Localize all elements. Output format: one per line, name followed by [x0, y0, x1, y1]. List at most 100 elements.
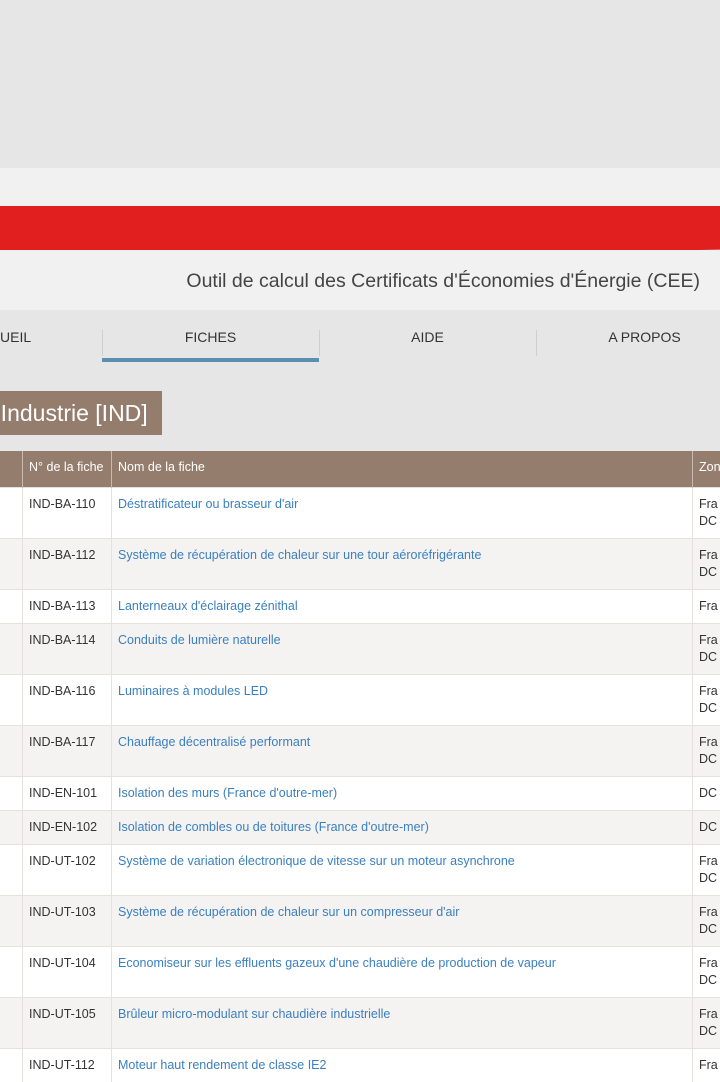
nav-label: FICHES [185, 329, 236, 345]
header-cell-nom: Nom de la fiche [112, 451, 693, 487]
fiche-number: IND-BA-113 [23, 589, 112, 623]
fiche-name-link[interactable]: Lanterneaux d'éclairage zénithal [118, 599, 298, 613]
zone-cell: DC [693, 810, 720, 844]
zone-value: DC [699, 513, 720, 530]
fiche-number: IND-BA-114 [23, 623, 112, 674]
nav-item-accueil[interactable]: UEIL [0, 310, 102, 364]
row-blank-cell [0, 487, 23, 538]
fiche-name-cell: Système de récupération de chaleur sur u… [112, 538, 693, 589]
zone-value: DC [699, 1023, 720, 1040]
zone-value: DC [699, 972, 720, 989]
zone-cell: FraDC [693, 946, 720, 997]
fiche-number: IND-EN-102 [23, 810, 112, 844]
row-blank-cell [0, 844, 23, 895]
zone-value: DC [699, 819, 720, 836]
fiche-name-cell: Isolation des murs (France d'outre-mer) [112, 776, 693, 810]
row-blank-cell [0, 997, 23, 1048]
nav-label: A PROPOS [608, 329, 680, 345]
table-row: IND-UT-103 Système de récupération de cha… [0, 895, 720, 946]
fiche-number: IND-BA-112 [23, 538, 112, 589]
row-blank-cell [0, 1048, 23, 1082]
zone-value: DC [699, 649, 720, 666]
fiche-name-link[interactable]: Luminaires à modules LED [118, 684, 268, 698]
top-blank-area [0, 0, 720, 168]
zone-cell: Fra [693, 589, 720, 623]
table-row: IND-UT-112Moteur haut rendement de class… [0, 1048, 720, 1082]
table-row: IND-UT-102 Système de variation électroni… [0, 844, 720, 895]
zone-cell: FraDC [693, 725, 720, 776]
zone-cell: DC [693, 776, 720, 810]
fiche-name-link[interactable]: Conduits de lumière naturelle [118, 633, 281, 647]
table-row: IND-UT-105Brûleur micro-modulant sur cha… [0, 997, 720, 1048]
section-title: es Industrie [IND] [0, 391, 162, 435]
fiche-name-link[interactable]: Système de variation électronique de vit… [118, 854, 515, 868]
table-header-row: N° de la fiche Nom de la fiche Zon [0, 451, 720, 487]
header-cell-zone: Zon [693, 451, 720, 487]
row-blank-cell [0, 623, 23, 674]
fiche-name-link[interactable]: Brûleur micro-modulant sur chaudière ind… [118, 1007, 390, 1021]
table-row: IND-UT-104Economiseur sur les effluents … [0, 946, 720, 997]
fiche-number: IND-EN-101 [23, 776, 112, 810]
fiche-number: IND-UT-102 [23, 844, 112, 895]
fiche-name-cell: Moteur haut rendement de classe IE2 [112, 1048, 693, 1082]
fiche-name-link[interactable]: Déstratificateur ou brasseur d'air [118, 497, 298, 511]
fiche-number: IND-UT-103 [23, 895, 112, 946]
fiche-name-link[interactable]: Moteur haut rendement de classe IE2 [118, 1058, 326, 1072]
row-blank-cell [0, 810, 23, 844]
table-row: IND-BA-110Déstratificateur ou brasseur d… [0, 487, 720, 538]
table-row: IND-BA-113 Lanterneaux d'éclairage zénith… [0, 589, 720, 623]
row-blank-cell [0, 946, 23, 997]
nav-item-a-propos[interactable]: A PROPOS [536, 310, 720, 364]
section-title-text: es Industrie [IND] [0, 400, 148, 426]
fiche-name-cell: Isolation de combles ou de toitures (Fra… [112, 810, 693, 844]
nav-item-fiches[interactable]: FICHES [102, 310, 319, 364]
fiche-name-cell: Luminaires à modules LED [112, 674, 693, 725]
fiches-table: N° de la fiche Nom de la fiche Zon IND-B… [0, 451, 720, 1082]
zone-cell: FraDC [693, 895, 720, 946]
fiche-name-cell: Système de récupération de chaleur sur u… [112, 895, 693, 946]
zone-value: Fra [699, 632, 720, 649]
zone-value: DC [699, 700, 720, 717]
fiche-name-link[interactable]: Isolation de combles ou de toitures (Fra… [118, 820, 429, 834]
zone-cell: FraDC [693, 674, 720, 725]
row-blank-cell [0, 895, 23, 946]
row-blank-cell [0, 674, 23, 725]
fiche-name-cell: Brûleur micro-modulant sur chaudière ind… [112, 997, 693, 1048]
zone-value: DC [699, 564, 720, 581]
zone-cell: FraDC [693, 538, 720, 589]
zone-cell: FraDC [693, 487, 720, 538]
table-row: IND-EN-101 Isolation des murs (France d'o… [0, 776, 720, 810]
fiche-name-link[interactable]: Système de récupération de chaleur sur u… [118, 548, 481, 562]
nav-item-aide[interactable]: AIDE [319, 310, 536, 364]
row-blank-cell [0, 538, 23, 589]
fiche-name-link[interactable]: Chauffage décentralisé performant [118, 735, 310, 749]
zone-value: Fra [699, 904, 720, 921]
zone-value: Fra [699, 853, 720, 870]
fiches-table-wrapper: N° de la fiche Nom de la fiche Zon IND-B… [0, 451, 720, 1082]
zone-cell: FraDC [693, 997, 720, 1048]
nav-label: UEIL [0, 329, 31, 345]
zone-value: Fra [699, 683, 720, 700]
fiche-name-cell: Economiseur sur les effluents gazeux d'u… [112, 946, 693, 997]
row-blank-cell [0, 776, 23, 810]
table-body: IND-BA-110Déstratificateur ou brasseur d… [0, 487, 720, 1082]
fiche-name-cell: Lanterneaux d'éclairage zénithal [112, 589, 693, 623]
fiche-name-link[interactable]: Système de récupération de chaleur sur u… [118, 905, 459, 919]
fiche-name-link[interactable]: Isolation des murs (France d'outre-mer) [118, 786, 337, 800]
fiche-name-cell: Déstratificateur ou brasseur d'air [112, 487, 693, 538]
zone-cell: FraDC [693, 844, 720, 895]
zone-cell: Fra [693, 1048, 720, 1082]
zone-value: Fra [699, 598, 720, 615]
zone-value: Fra [699, 547, 720, 564]
main-nav: UEIL FICHES AIDE A PROPOS [0, 310, 720, 364]
zone-value: Fra [699, 496, 720, 513]
row-blank-cell [0, 589, 23, 623]
zone-value: DC [699, 785, 720, 802]
fiche-name-link[interactable]: Economiseur sur les effluents gazeux d'u… [118, 956, 556, 970]
header-cell-blank [0, 451, 23, 487]
table-row: IND-BA-116Luminaires à modules LEDFraDC [0, 674, 720, 725]
zone-value: DC [699, 751, 720, 768]
header-cell-numero: N° de la fiche [23, 451, 112, 487]
fiche-name-cell: Chauffage décentralisé performant [112, 725, 693, 776]
zone-value: Fra [699, 1006, 720, 1023]
